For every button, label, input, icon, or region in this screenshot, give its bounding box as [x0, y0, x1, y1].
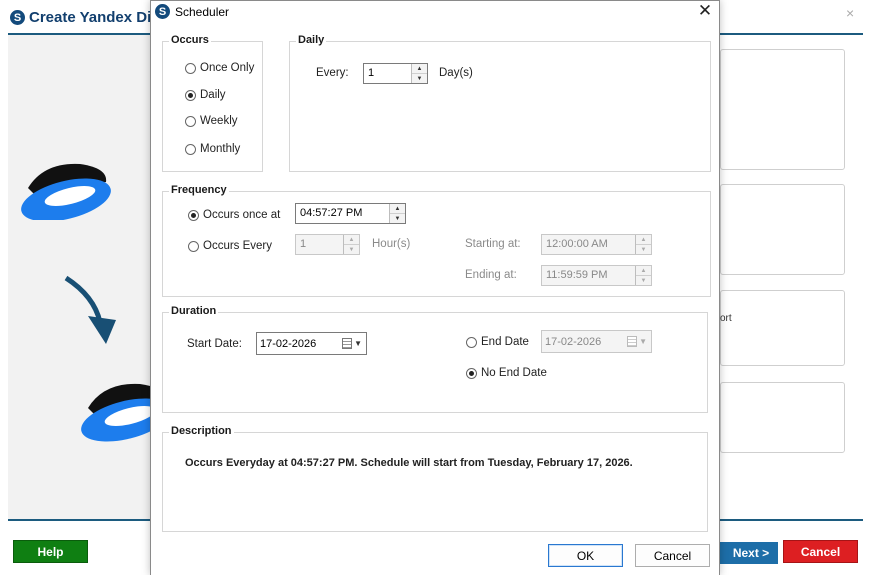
radio-daily[interactable]: Daily: [185, 89, 226, 101]
spin-down-icon[interactable]: ▼: [636, 244, 651, 254]
radio-occurs-every[interactable]: Occurs Every: [188, 240, 272, 252]
end-date-value: 17-02-2026: [545, 335, 602, 348]
every-days-value: 1: [368, 67, 375, 79]
dialog-titlebar: S Scheduler ✕: [151, 1, 719, 23]
every-days-stepper[interactable]: 1 ▲ ▼: [363, 63, 428, 84]
radio-weekly[interactable]: Weekly: [185, 115, 238, 127]
radio-button[interactable]: [185, 89, 196, 101]
radio-once-only[interactable]: Once Only: [185, 62, 254, 74]
radio-label: Monthly: [200, 143, 241, 155]
dialog-body: Occurs Once Only Daily Weekly Monthly Da…: [151, 23, 719, 575]
radio-button[interactable]: [185, 143, 196, 155]
wizard-panel-box: [720, 184, 845, 275]
wizard-left-panel: [8, 35, 164, 519]
every-label: Every:: [316, 67, 349, 79]
radio-button[interactable]: [185, 115, 196, 127]
description-group: Description Occurs Everyday at 04:57:27 …: [162, 425, 708, 532]
occurs-title: Occurs: [169, 34, 211, 46]
radio-label: Once Only: [200, 62, 255, 74]
occurs-once-time-value: 04:57:27 PM: [300, 207, 363, 219]
radio-occurs-once[interactable]: Occurs once at: [188, 209, 280, 221]
starting-at-time-input[interactable]: 12:00:00 AM ▲ ▼: [541, 234, 652, 255]
spin-down-icon[interactable]: ▼: [344, 244, 359, 254]
ending-at-value: 11:59:59 PM: [546, 269, 608, 281]
yandex-disk-source-icon: [21, 163, 111, 220]
daily-title: Daily: [296, 34, 327, 46]
radio-button[interactable]: [466, 336, 477, 348]
wizard-panel-box: [720, 49, 845, 170]
wizard-cancel-button[interactable]: Cancel: [783, 540, 858, 563]
start-date-value: 17-02-2026: [260, 337, 317, 350]
cancel-button[interactable]: Cancel: [635, 544, 710, 567]
spin-down-icon[interactable]: ▼: [636, 275, 651, 285]
spin-up-icon[interactable]: ▲: [344, 235, 359, 244]
radio-button[interactable]: [466, 367, 477, 379]
radio-label: Weekly: [200, 115, 238, 127]
ending-at-time-input[interactable]: 11:59:59 PM ▲ ▼: [541, 265, 652, 286]
occurs-group: Occurs Once Only Daily Weekly Monthly: [162, 34, 263, 172]
radio-no-end-date[interactable]: No End Date: [466, 367, 547, 379]
scheduler-dialog: S Scheduler ✕ Occurs Once Only Daily Wee…: [150, 0, 720, 575]
starting-at-value: 12:00:00 AM: [546, 238, 608, 250]
close-icon[interactable]: ✕: [694, 1, 716, 21]
starting-at-label: Starting at:: [465, 238, 521, 250]
frequency-title: Frequency: [169, 184, 229, 196]
app-logo-icon: S: [10, 10, 25, 25]
calendar-icon[interactable]: [342, 338, 353, 349]
hours-unit-label: Hour(s): [372, 238, 411, 250]
spin-up-icon[interactable]: ▲: [636, 266, 651, 275]
end-date-picker[interactable]: 17-02-2026 ▼: [541, 330, 652, 353]
radio-button[interactable]: [188, 240, 199, 252]
spin-down-icon[interactable]: ▼: [390, 213, 405, 223]
occurs-once-time-input[interactable]: 04:57:27 PM ▲ ▼: [295, 203, 406, 224]
radio-button[interactable]: [188, 209, 199, 221]
wizard-title-text: Create Yandex Dis: [29, 9, 160, 26]
radio-label: End Date: [481, 336, 529, 348]
wizard-close-icon[interactable]: ×: [846, 5, 854, 21]
occurs-every-hours-stepper[interactable]: 1 ▲ ▼: [295, 234, 360, 255]
schedule-description-text: Occurs Everyday at 04:57:27 PM. Schedule…: [185, 457, 633, 469]
chevron-down-icon[interactable]: ▼: [354, 339, 362, 348]
occurs-every-hours-value: 1: [300, 238, 307, 250]
wizard-title: S Create Yandex Dis: [10, 9, 160, 26]
daily-group: Daily Every: 1 ▲ ▼ Day(s): [289, 34, 711, 172]
days-unit-label: Day(s): [439, 67, 473, 79]
help-button[interactable]: Help: [13, 540, 88, 563]
frequency-group: Frequency Occurs once at 04:57:27 PM ▲ ▼ …: [162, 184, 711, 297]
chevron-down-icon[interactable]: ▼: [639, 337, 647, 346]
ok-button[interactable]: OK: [548, 544, 623, 567]
spin-down-icon[interactable]: ▼: [412, 73, 427, 83]
radio-label: Occurs once at: [203, 209, 281, 221]
description-title: Description: [169, 425, 234, 437]
wizard-panel-box: [720, 290, 845, 366]
ending-at-label: Ending at:: [465, 269, 517, 281]
scheduler-logo-icon: S: [155, 4, 170, 19]
start-date-label: Start Date:: [187, 338, 242, 350]
radio-label: No End Date: [481, 367, 547, 379]
spin-up-icon[interactable]: ▲: [636, 235, 651, 244]
next-button[interactable]: Next >: [712, 542, 778, 564]
radio-label: Daily: [200, 89, 226, 101]
radio-label: Occurs Every: [203, 240, 273, 252]
radio-monthly[interactable]: Monthly: [185, 143, 240, 155]
start-date-picker[interactable]: 17-02-2026 ▼: [256, 332, 367, 355]
radio-end-date[interactable]: End Date: [466, 336, 529, 348]
arrow-down-icon: [64, 275, 116, 344]
duration-group: Duration Start Date: 17-02-2026 ▼ End Da…: [162, 305, 708, 413]
spin-up-icon[interactable]: ▲: [390, 204, 405, 213]
wizard-partial-text: ort: [720, 313, 732, 324]
radio-button[interactable]: [185, 62, 196, 74]
duration-title: Duration: [169, 305, 219, 317]
wizard-panel-box: [720, 382, 845, 453]
calendar-icon[interactable]: [627, 336, 638, 347]
spin-up-icon[interactable]: ▲: [412, 64, 427, 73]
dialog-title: Scheduler: [175, 5, 230, 19]
